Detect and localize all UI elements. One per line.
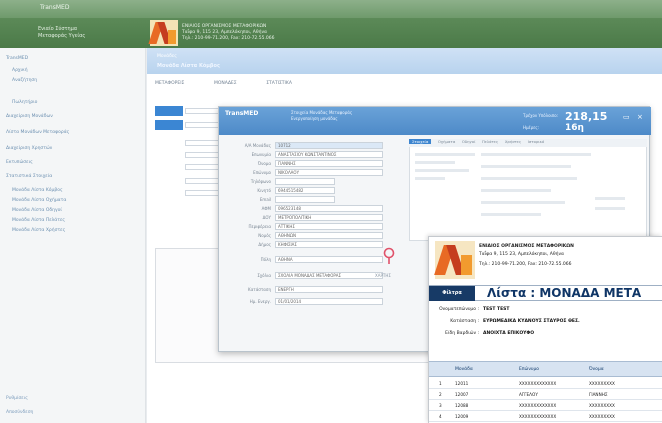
sidebar-item-prints[interactable]: Εκτυπώσεις (6, 160, 33, 165)
tab-vehicles[interactable]: Οχήματα (438, 139, 455, 144)
dialog-header: TransMED Στοιχεία Μονάδας Μεταφοράς Ενερ… (219, 107, 651, 135)
dialog-info: Στοιχεία Μονάδας Μεταφοράς Ενεργοποίηση … (291, 110, 353, 121)
balance-amount: 218,15 (565, 110, 608, 123)
window-titlebar: TransMED (0, 0, 662, 18)
sidebar-item-settings[interactable]: Ρυθμίσεις (6, 396, 28, 401)
organization-info: ΕΝΙΑΙΟΣ ΟΡΓΑΝΙΣΜΟΣ ΜΕΤΑΦΟΡΙΚΩΝ Ταΐφα 9, … (182, 24, 275, 41)
tab-carriers[interactable]: ΜΕΤΑΦΟΡΕΙΣ (155, 81, 184, 86)
field-label: Νομός (258, 233, 271, 238)
field-input[interactable]: ΑΘΗΝΑ (275, 256, 383, 263)
report-org-address: Ταΐφα 9, 115 23, Αμπελόκηποι, Αθήνα (479, 252, 564, 257)
sidebar-item-vehicles[interactable]: Μονάδα Λίστα Οχήματα (12, 198, 66, 203)
field-label: Δήμος (258, 242, 271, 247)
page-title: Μονάδα Λίστα Κόμβος (157, 63, 220, 69)
sidebar: TransMED Αρχική Αναζήτηση Πωλητήριο Διαχ… (0, 48, 146, 423)
field-input[interactable]: ΣΧΟΛΙΑ ΜΟΝΑΔΑΣ ΜΕΤΑΦΟΡΑΣ (275, 272, 383, 279)
field-label: Σχόλια (257, 273, 271, 278)
report-title-bar: Φίλτρα Λίστα : ΜΟΝΑΔΑ ΜΕΤΑ (429, 285, 662, 301)
field-input[interactable]: 01/01/2014 (275, 298, 383, 305)
tab-customers[interactable]: Πελάτες (482, 139, 498, 144)
field-label: Πόλη (260, 257, 271, 262)
field-input[interactable]: 6944515482 (275, 187, 335, 194)
tab-drivers[interactable]: Οδηγοί (462, 139, 476, 144)
breadcrumb: Μονάδες Μονάδα Λίστα Κόμβος (147, 48, 662, 74)
field-input[interactable]: ΓΙΑΝΝΗΣ (275, 160, 383, 167)
tab-users[interactable]: Χρήστες (505, 139, 521, 144)
field-input[interactable]: ΜΕΤΡΟΠΟΛΙΤΙΚΗ (275, 214, 383, 221)
brand-text: Ενιαίο Σύστημα Μεταφοράς Υγείας (38, 26, 86, 39)
app-header: Ενιαίο Σύστημα Μεταφοράς Υγείας ΕΝΙΑΙΟΣ … (0, 18, 662, 48)
field-label: Ημ. Ενεργ. (249, 299, 271, 304)
sidebar-item-home[interactable]: Αρχική (12, 68, 28, 73)
breadcrumb-parent[interactable]: Μονάδες (157, 54, 177, 59)
sidebar-item-units[interactable]: Διαχείριση Μονάδων (6, 114, 53, 119)
field-input[interactable] (275, 178, 335, 185)
sidebar-item-logout[interactable]: Αποσύνδεση (6, 410, 33, 415)
field-input[interactable]: 10712 (275, 142, 383, 149)
field-label: Α/Α Μονάδας (244, 143, 271, 148)
field-input[interactable]: ΕΝΕΡΓΗ (275, 286, 383, 293)
report-org-name: ΕΝΙΑΙΟΣ ΟΡΓΑΝΙΣΜΟΣ ΜΕΤΑΦΟΡΙΚΩΝ (479, 244, 574, 249)
sidebar-item-stats[interactable]: Στατιστικά Στοιχεία (6, 174, 52, 179)
tab-details[interactable]: Στοιχεία (409, 139, 432, 144)
field-label: Email (259, 197, 271, 202)
minimize-icon[interactable]: ▭ (623, 113, 630, 121)
report-title: Λίστα : ΜΟΝΑΔΑ ΜΕΤΑ (487, 286, 642, 300)
sidebar-item-drivers[interactable]: Μονάδα Λίστα Οδηγοί (12, 208, 62, 213)
table-row: 4 12009 ΧΧΧΧΧΧΧΧΧΧΧΧΧ ΧΧΧΧΧΧΧΧΧ (429, 412, 662, 422)
report-org-phone: Τηλ.: 210-99-71.200, Fax: 210-72.55.066 (479, 262, 572, 267)
field-input[interactable]: ΝΙΚΟΛΑΟΥ (275, 169, 383, 176)
close-icon[interactable]: × (637, 113, 643, 121)
field-label: Περιφέρεια (248, 224, 271, 229)
field-input[interactable]: ΑΤΤΙΚΗΣ (275, 223, 383, 230)
field-label: Κινητό (257, 188, 271, 193)
tab-history[interactable]: Ιστορικό (528, 139, 544, 144)
days-count: 16η (565, 123, 584, 133)
details-tabs: Στοιχεία Οχήματα Οδηγοί Πελάτες Χρήστες … (409, 139, 647, 147)
sidebar-item-customers[interactable]: Μονάδα Λίστα Πελάτες (12, 218, 65, 223)
organization-logo (148, 20, 178, 46)
background-form (155, 100, 225, 270)
report-tag: Φίλτρα (429, 286, 475, 301)
field-input[interactable]: ΚΗΦΙΣΙΑΣ (275, 241, 383, 248)
sidebar-item-nodes[interactable]: Μονάδα Λίστα Κόμβος (12, 188, 63, 193)
field-input[interactable]: ΑΝΑΣΤΑΣΙΟΥ ΚΩΝΣΤΑΝΤΙΝΟΣ (275, 151, 383, 158)
sidebar-item-search[interactable]: Αναζήτηση (12, 78, 37, 83)
field-label: Τηλέφωνο (250, 179, 271, 184)
report-logo (434, 241, 475, 279)
map-pin-icon[interactable] (382, 247, 396, 269)
tab-stats[interactable]: ΣΤΑΤΙΣΤΙΚΑ (266, 81, 292, 86)
field-label: ΔΟΥ (262, 215, 271, 220)
field-label: Κατάσταση (248, 287, 271, 292)
window-title: TransMED (40, 4, 70, 11)
field-input[interactable] (275, 196, 335, 203)
sidebar-item-unit-users[interactable]: Μονάδα Λίστα Χρήστες (12, 228, 65, 233)
table-row: 1 12011 ΧΧΧΧΧΧΧΧΧΧΧΧΧ ΧΧΧΧΧΧΧΧΧ (429, 379, 662, 389)
sidebar-item-users[interactable]: Διαχείριση Χρηστών (6, 146, 52, 151)
field-input[interactable]: ΑΘΗΝΩΝ (275, 232, 383, 239)
field-label: Όνομα (257, 161, 271, 166)
sidebar-item-unit-list[interactable]: Λίστα Μονάδων Μεταφοράς (6, 130, 69, 135)
field-label: Επώνυμο (253, 170, 271, 175)
field-label: ΑΦΜ (261, 206, 271, 211)
table-row: 2 12007 ΑΓΓΕΛΟΥ ΓΙΑΝΝΗΣ (429, 390, 662, 400)
table-row: 3 12088 ΧΧΧΧΧΧΧΧΧΧΧΧΧ ΧΧΧΧΧΧΧΧΧ (429, 401, 662, 411)
sidebar-item-sales[interactable]: Πωλητήριο (12, 100, 37, 105)
printed-report: ΕΝΙΑΙΟΣ ΟΡΓΑΝΙΣΜΟΣ ΜΕΤΑΦΟΡΙΚΩΝ Ταΐφα 9, … (428, 236, 662, 423)
field-label: Επωνυμία (251, 152, 271, 157)
main-tabs: ΜΕΤΑΦΟΡΕΙΣ ΜΟΝΑΔΕΣ ΣΤΑΤΙΣΤΙΚΑ (155, 80, 615, 92)
field-input[interactable]: 096523148 (275, 205, 383, 212)
sidebar-item-transmed[interactable]: TransMED (6, 56, 28, 61)
map-label: ΧΑΡΤΗΣ (375, 273, 391, 278)
tab-units[interactable]: ΜΟΝΑΔΕΣ (214, 81, 237, 86)
report-table-header: Μονάδα Επώνυμο Όνομα (429, 361, 662, 377)
dialog-title: TransMED (225, 110, 259, 117)
